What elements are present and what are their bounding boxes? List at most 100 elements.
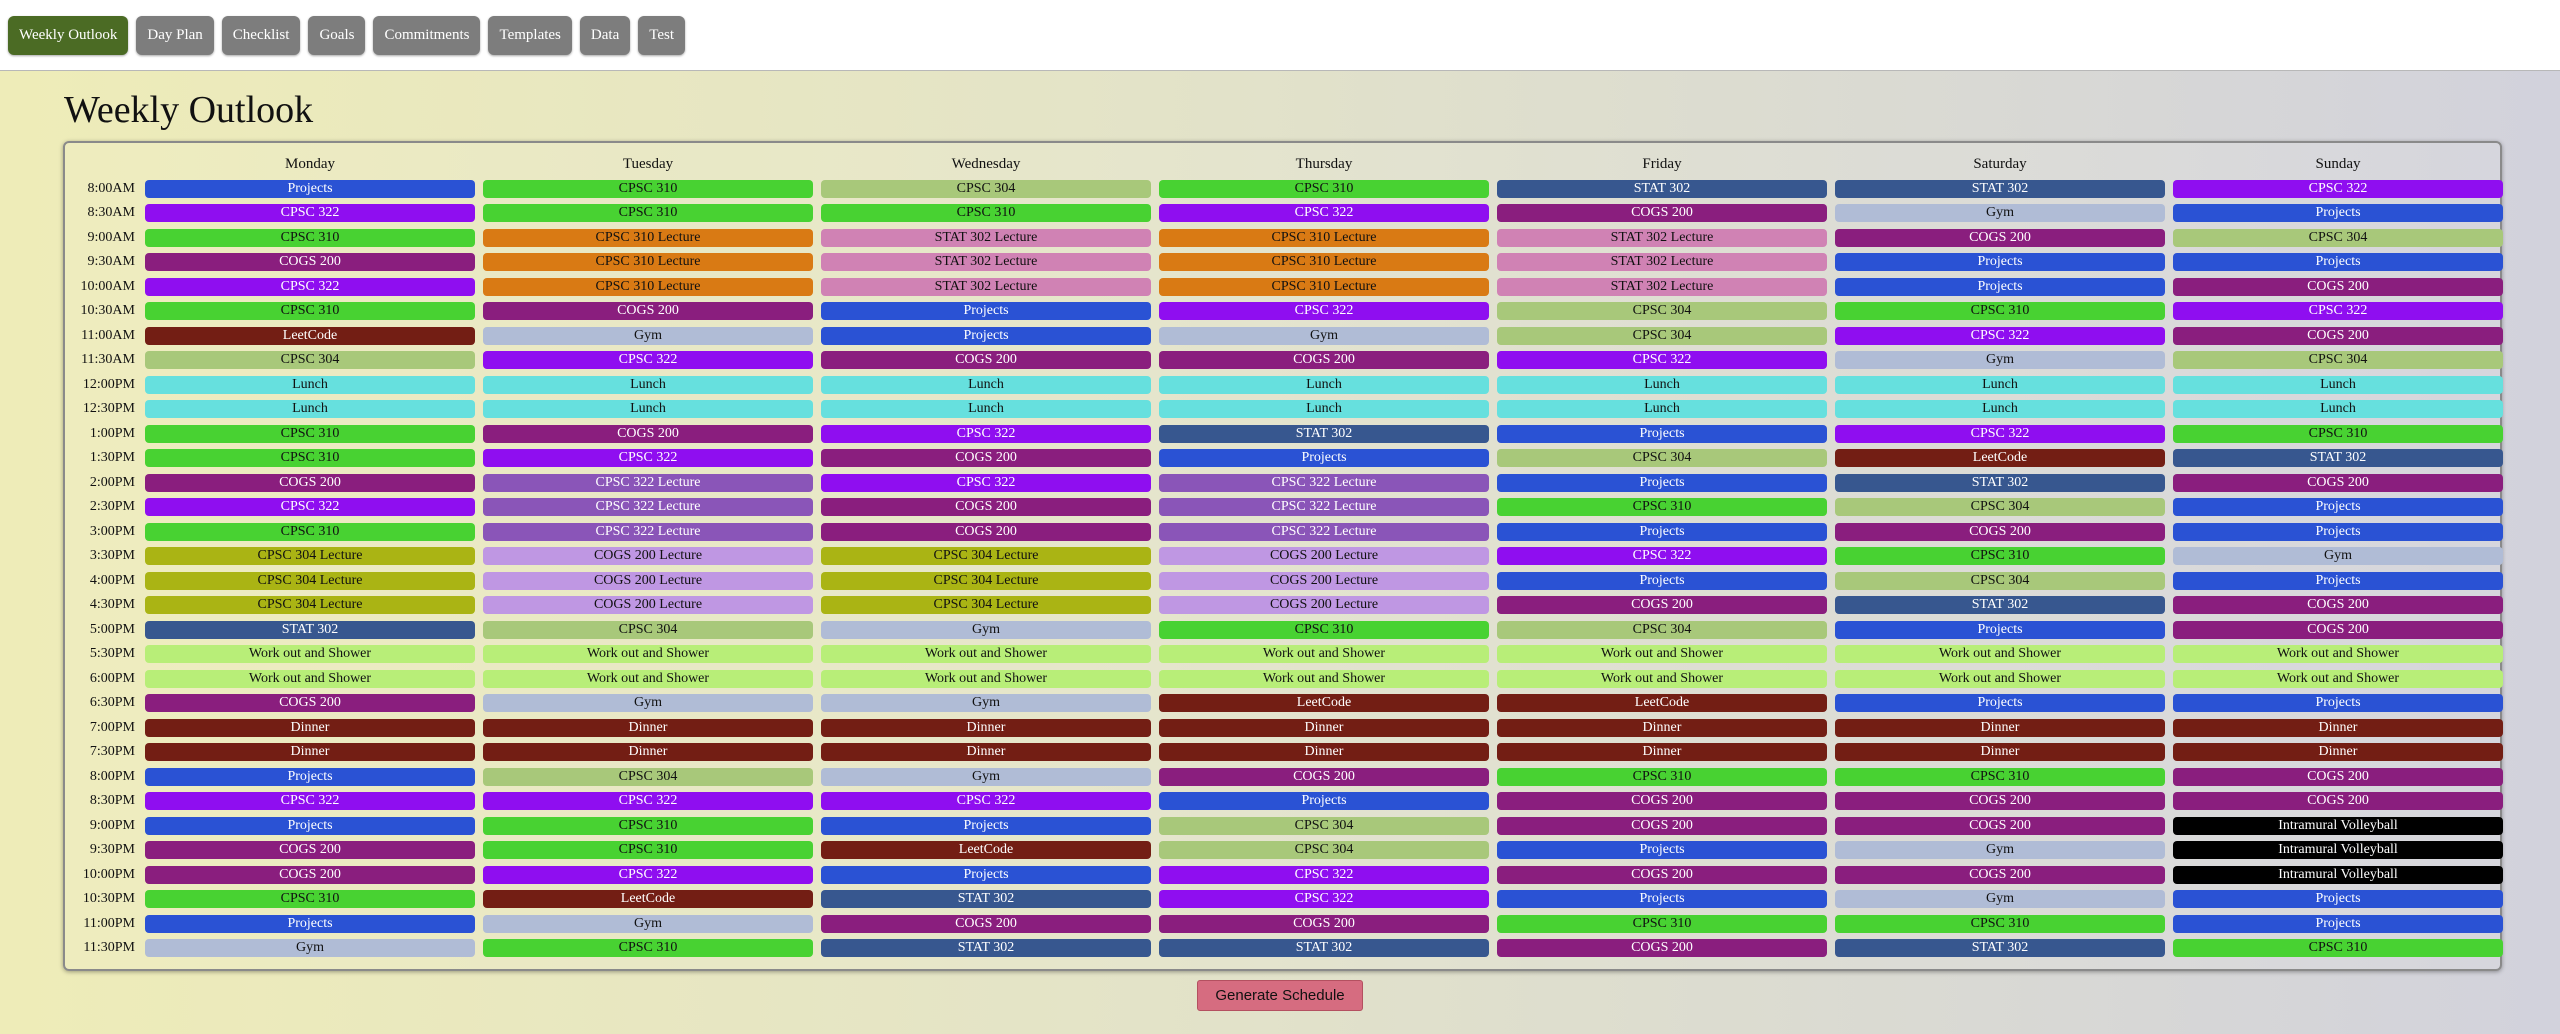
schedule-slot-tuesday[interactable]: CPSC 322 Lecture: [483, 522, 813, 541]
schedule-slot-saturday[interactable]: Gym: [1835, 204, 2165, 222]
schedule-slot-sunday[interactable]: COGS 200: [2173, 596, 2503, 614]
nav-commitments-button[interactable]: Commitments: [373, 15, 481, 55]
schedule-slot-saturday[interactable]: Lunch: [1835, 375, 2165, 394]
schedule-slot-tuesday[interactable]: Gym: [483, 326, 813, 345]
schedule-slot-saturday[interactable]: CPSC 310: [1835, 767, 2165, 786]
schedule-slot-friday[interactable]: Projects: [1497, 424, 1827, 443]
nav-data-button[interactable]: Data: [579, 15, 631, 55]
schedule-slot-thursday[interactable]: COGS 200: [1159, 351, 1489, 369]
schedule-slot-friday[interactable]: COGS 200: [1497, 939, 1827, 957]
schedule-slot-tuesday[interactable]: CPSC 310: [483, 179, 813, 198]
schedule-slot-thursday[interactable]: COGS 200 Lecture: [1159, 547, 1489, 565]
schedule-slot-wednesday[interactable]: Dinner: [821, 743, 1151, 761]
schedule-slot-saturday[interactable]: STAT 302: [1835, 473, 2165, 492]
schedule-slot-tuesday[interactable]: COGS 200: [483, 302, 813, 320]
schedule-slot-friday[interactable]: CPSC 310: [1497, 498, 1827, 516]
schedule-slot-thursday[interactable]: CPSC 310 Lecture: [1159, 228, 1489, 247]
schedule-slot-monday[interactable]: Projects: [145, 914, 475, 933]
schedule-slot-thursday[interactable]: CPSC 310: [1159, 179, 1489, 198]
schedule-slot-sunday[interactable]: CPSC 304: [2173, 351, 2503, 369]
schedule-slot-thursday[interactable]: COGS 200: [1159, 767, 1489, 786]
schedule-slot-saturday[interactable]: COGS 200: [1835, 865, 2165, 884]
schedule-slot-sunday[interactable]: COGS 200: [2173, 620, 2503, 639]
schedule-slot-thursday[interactable]: COGS 200 Lecture: [1159, 571, 1489, 590]
schedule-slot-wednesday[interactable]: Projects: [821, 865, 1151, 884]
schedule-slot-friday[interactable]: Projects: [1497, 473, 1827, 492]
schedule-slot-tuesday[interactable]: COGS 200 Lecture: [483, 547, 813, 565]
schedule-slot-friday[interactable]: STAT 302 Lecture: [1497, 277, 1827, 296]
schedule-slot-friday[interactable]: Work out and Shower: [1497, 645, 1827, 663]
schedule-slot-thursday[interactable]: Work out and Shower: [1159, 645, 1489, 663]
schedule-slot-tuesday[interactable]: COGS 200: [483, 424, 813, 443]
schedule-slot-saturday[interactable]: CPSC 304: [1835, 571, 2165, 590]
schedule-slot-sunday[interactable]: Dinner: [2173, 718, 2503, 737]
schedule-slot-saturday[interactable]: Gym: [1835, 890, 2165, 908]
schedule-slot-monday[interactable]: COGS 200: [145, 473, 475, 492]
schedule-slot-wednesday[interactable]: CPSC 322: [821, 792, 1151, 810]
schedule-slot-saturday[interactable]: LeetCode: [1835, 449, 2165, 467]
schedule-slot-sunday[interactable]: CPSC 304: [2173, 228, 2503, 247]
schedule-slot-wednesday[interactable]: COGS 200: [821, 498, 1151, 516]
schedule-slot-friday[interactable]: COGS 200: [1497, 816, 1827, 835]
schedule-slot-monday[interactable]: Projects: [145, 179, 475, 198]
schedule-slot-monday[interactable]: CPSC 322: [145, 277, 475, 296]
schedule-slot-sunday[interactable]: Intramural Volleyball: [2173, 841, 2503, 859]
schedule-slot-thursday[interactable]: LeetCode: [1159, 694, 1489, 712]
schedule-slot-sunday[interactable]: STAT 302: [2173, 449, 2503, 467]
schedule-slot-saturday[interactable]: STAT 302: [1835, 939, 2165, 957]
schedule-slot-monday[interactable]: Work out and Shower: [145, 645, 475, 663]
schedule-slot-saturday[interactable]: CPSC 310: [1835, 547, 2165, 565]
schedule-slot-saturday[interactable]: STAT 302: [1835, 596, 2165, 614]
schedule-slot-friday[interactable]: Projects: [1497, 522, 1827, 541]
schedule-slot-wednesday[interactable]: Lunch: [821, 400, 1151, 418]
schedule-slot-sunday[interactable]: Projects: [2173, 571, 2503, 590]
schedule-slot-tuesday[interactable]: LeetCode: [483, 890, 813, 908]
nav-templates-button[interactable]: Templates: [488, 15, 572, 55]
schedule-slot-wednesday[interactable]: CPSC 304 Lecture: [821, 596, 1151, 614]
schedule-slot-tuesday[interactable]: CPSC 310: [483, 816, 813, 835]
nav-goals-button[interactable]: Goals: [308, 15, 366, 55]
schedule-slot-sunday[interactable]: Lunch: [2173, 375, 2503, 394]
schedule-slot-wednesday[interactable]: COGS 200: [821, 522, 1151, 541]
schedule-slot-sunday[interactable]: COGS 200: [2173, 277, 2503, 296]
schedule-slot-sunday[interactable]: CPSC 322: [2173, 179, 2503, 198]
schedule-slot-monday[interactable]: CPSC 310: [145, 890, 475, 908]
schedule-slot-thursday[interactable]: Dinner: [1159, 743, 1489, 761]
schedule-slot-wednesday[interactable]: Gym: [821, 767, 1151, 786]
schedule-slot-thursday[interactable]: Gym: [1159, 326, 1489, 345]
schedule-slot-monday[interactable]: COGS 200: [145, 694, 475, 712]
schedule-slot-wednesday[interactable]: Projects: [821, 816, 1151, 835]
schedule-slot-saturday[interactable]: COGS 200: [1835, 816, 2165, 835]
schedule-slot-tuesday[interactable]: CPSC 310 Lecture: [483, 253, 813, 271]
schedule-slot-thursday[interactable]: CPSC 310 Lecture: [1159, 253, 1489, 271]
schedule-slot-monday[interactable]: Dinner: [145, 743, 475, 761]
schedule-slot-wednesday[interactable]: CPSC 304 Lecture: [821, 547, 1151, 565]
schedule-slot-sunday[interactable]: Projects: [2173, 253, 2503, 271]
schedule-slot-tuesday[interactable]: CPSC 310: [483, 204, 813, 222]
schedule-slot-sunday[interactable]: Intramural Volleyball: [2173, 816, 2503, 835]
schedule-slot-wednesday[interactable]: COGS 200: [821, 449, 1151, 467]
schedule-slot-friday[interactable]: COGS 200: [1497, 865, 1827, 884]
schedule-slot-sunday[interactable]: CPSC 310: [2173, 424, 2503, 443]
schedule-slot-monday[interactable]: Projects: [145, 767, 475, 786]
schedule-slot-monday[interactable]: CPSC 304 Lecture: [145, 571, 475, 590]
schedule-slot-thursday[interactable]: CPSC 322 Lecture: [1159, 522, 1489, 541]
schedule-slot-wednesday[interactable]: Lunch: [821, 375, 1151, 394]
schedule-slot-tuesday[interactable]: Gym: [483, 694, 813, 712]
schedule-slot-tuesday[interactable]: COGS 200 Lecture: [483, 571, 813, 590]
schedule-slot-thursday[interactable]: CPSC 322 Lecture: [1159, 473, 1489, 492]
schedule-slot-friday[interactable]: Dinner: [1497, 718, 1827, 737]
schedule-slot-saturday[interactable]: COGS 200: [1835, 228, 2165, 247]
generate-schedule-button[interactable]: Generate Schedule: [1197, 980, 1363, 1011]
schedule-slot-saturday[interactable]: CPSC 304: [1835, 498, 2165, 516]
nav-checklist-button[interactable]: Checklist: [221, 15, 301, 55]
schedule-slot-monday[interactable]: CPSC 310: [145, 449, 475, 467]
schedule-slot-friday[interactable]: CPSC 304: [1497, 302, 1827, 320]
schedule-slot-tuesday[interactable]: CPSC 322: [483, 792, 813, 810]
schedule-slot-tuesday[interactable]: CPSC 322 Lecture: [483, 498, 813, 516]
schedule-slot-monday[interactable]: CPSC 310: [145, 522, 475, 541]
schedule-slot-friday[interactable]: CPSC 304: [1497, 326, 1827, 345]
schedule-slot-thursday[interactable]: CPSC 322: [1159, 865, 1489, 884]
schedule-slot-sunday[interactable]: COGS 200: [2173, 473, 2503, 492]
schedule-slot-friday[interactable]: STAT 302 Lecture: [1497, 253, 1827, 271]
